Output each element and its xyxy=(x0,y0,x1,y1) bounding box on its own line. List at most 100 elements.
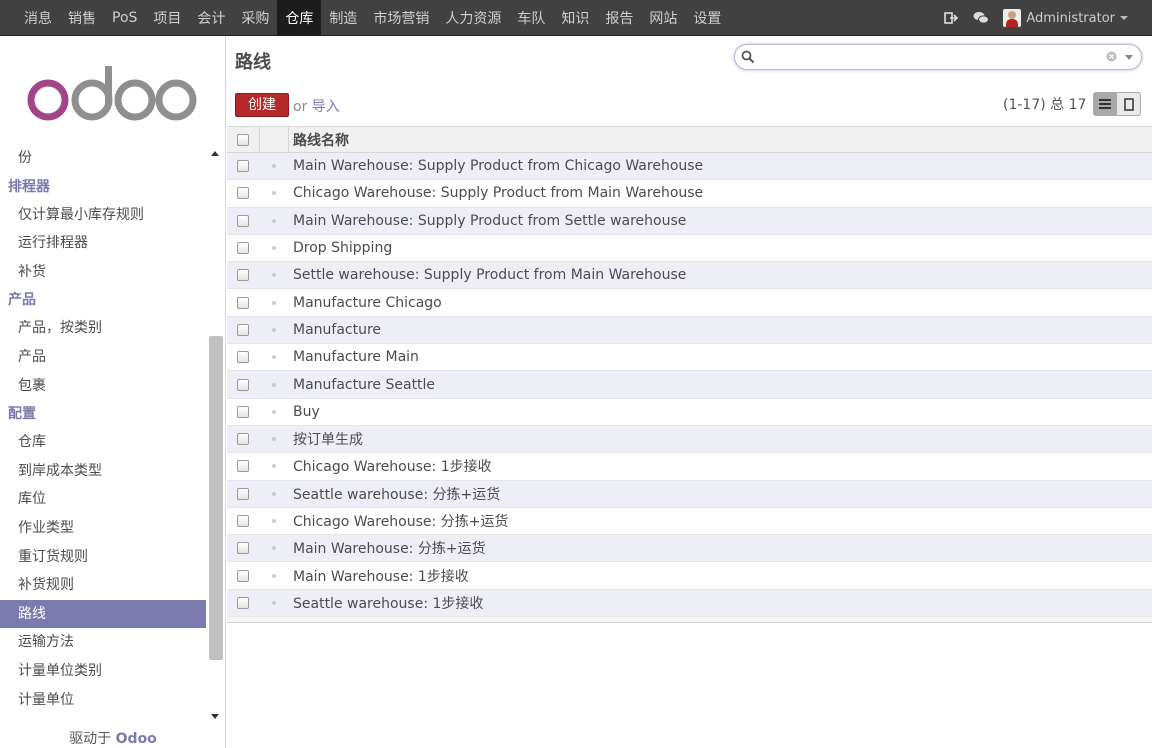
logout-icon[interactable] xyxy=(943,10,959,26)
table-row[interactable]: Seattle warehouse: 1步接收 xyxy=(227,589,1152,618)
row-drag-handle[interactable] xyxy=(259,300,289,305)
row-checkbox[interactable] xyxy=(237,569,249,582)
sidebar-item[interactable]: 运行排程器 xyxy=(0,229,206,258)
form-view-button[interactable] xyxy=(1117,92,1141,116)
row-checkbox[interactable] xyxy=(237,596,249,609)
row-drag-handle[interactable] xyxy=(259,246,289,251)
list-view-button[interactable] xyxy=(1093,92,1117,116)
top-menu-item[interactable]: 销售 xyxy=(60,0,104,36)
row-drag-handle[interactable] xyxy=(259,546,289,551)
row-checkbox[interactable] xyxy=(237,378,249,391)
top-menu-item[interactable]: 采购 xyxy=(233,0,277,36)
sidebar-item[interactable]: 作业类型 xyxy=(0,514,206,543)
row-drag-handle[interactable] xyxy=(259,191,289,196)
table-row[interactable]: Drop Shipping xyxy=(227,234,1152,263)
user-menu[interactable]: Administrator xyxy=(1003,9,1128,27)
sidebar-item[interactable]: 产品 xyxy=(0,343,206,372)
row-drag-handle[interactable] xyxy=(259,164,289,169)
chat-icon[interactable] xyxy=(973,10,990,26)
sidebar-item[interactable]: 重订货规则 xyxy=(0,543,206,572)
pager[interactable]: (1-17) 总 17 xyxy=(1003,94,1086,114)
row-checkbox[interactable] xyxy=(237,242,249,255)
scroll-up-icon[interactable] xyxy=(211,151,219,156)
table-row[interactable]: Chicago Warehouse: 分拣+运货 xyxy=(227,507,1152,536)
table-row[interactable]: Chicago Warehouse: Supply Product from M… xyxy=(227,180,1152,208)
sidebar-item[interactable]: 补货 xyxy=(0,258,206,287)
sidebar-item[interactable]: 运输方法 xyxy=(0,628,206,657)
sidebar-scroll-thumb[interactable] xyxy=(209,336,223,660)
row-checkbox[interactable] xyxy=(237,515,249,527)
row-checkbox[interactable] xyxy=(237,214,249,227)
row-drag-handle[interactable] xyxy=(259,382,289,387)
powered-by-brand[interactable]: Odoo xyxy=(116,731,157,747)
table-row[interactable]: Main Warehouse: 分拣+运货 xyxy=(227,535,1152,563)
table-row[interactable]: Chicago Warehouse: 1步接收 xyxy=(227,453,1152,481)
row-drag-handle[interactable] xyxy=(259,273,289,278)
sidebar-item[interactable]: 补货规则 xyxy=(0,571,206,600)
top-menu-item[interactable]: 车队 xyxy=(509,0,553,36)
row-checkbox[interactable] xyxy=(237,460,249,473)
row-drag-handle[interactable] xyxy=(259,437,289,442)
row-drag-handle[interactable] xyxy=(259,327,289,332)
row-drag-handle[interactable] xyxy=(259,218,289,223)
sidebar-item[interactable]: 包裹 xyxy=(0,372,206,401)
top-menu-item[interactable]: 人力资源 xyxy=(437,0,509,36)
row-checkbox[interactable] xyxy=(237,160,249,173)
row-checkbox[interactable] xyxy=(237,433,249,446)
row-checkbox[interactable] xyxy=(237,323,249,336)
create-button[interactable]: 创建 xyxy=(235,93,289,117)
row-checkbox[interactable] xyxy=(237,187,249,200)
row-checkbox[interactable] xyxy=(237,487,249,500)
top-menu-item[interactable]: 网站 xyxy=(641,0,685,36)
top-menu-item[interactable]: 制造 xyxy=(321,0,365,36)
row-drag-handle[interactable] xyxy=(259,355,289,360)
table-row[interactable]: Buy xyxy=(227,398,1152,426)
table-row[interactable]: Manufacture Chicago xyxy=(227,289,1152,317)
import-link[interactable]: 导入 xyxy=(312,99,340,115)
clear-icon[interactable] xyxy=(1106,51,1117,62)
sidebar-item[interactable]: 计量单位 xyxy=(0,686,206,715)
row-drag-handle[interactable] xyxy=(259,519,289,523)
search-options-caret-icon[interactable] xyxy=(1125,55,1133,60)
row-checkbox[interactable] xyxy=(237,351,249,364)
top-menu-item[interactable]: 设置 xyxy=(685,0,729,36)
scroll-down-icon[interactable] xyxy=(211,714,219,719)
sidebar-item[interactable]: 产品，按类别 xyxy=(0,314,206,343)
top-menu-item[interactable]: 会计 xyxy=(189,0,233,36)
top-menu-item[interactable]: 市场营销 xyxy=(365,0,437,36)
sidebar-item[interactable]: 库位 xyxy=(0,485,206,514)
row-checkbox[interactable] xyxy=(237,542,249,555)
top-menu-item[interactable]: 知识 xyxy=(553,0,597,36)
table-row[interactable]: Manufacture xyxy=(227,316,1152,345)
row-checkbox[interactable] xyxy=(237,405,249,418)
table-row[interactable]: Settle warehouse: Supply Product from Ma… xyxy=(227,262,1152,290)
sidebar-item-partial[interactable]: 份 xyxy=(0,144,206,173)
row-drag-handle[interactable] xyxy=(259,573,289,578)
table-row[interactable]: Main Warehouse: Supply Product from Sett… xyxy=(227,207,1152,235)
top-menu-item[interactable]: 报告 xyxy=(597,0,641,36)
table-row[interactable]: Seattle warehouse: 分拣+运货 xyxy=(227,480,1152,508)
sidebar-item[interactable]: 路线 xyxy=(0,599,206,629)
row-drag-handle[interactable] xyxy=(259,464,289,469)
row-drag-handle[interactable] xyxy=(259,600,289,605)
table-row[interactable]: 按订单生成 xyxy=(227,425,1152,454)
search-box[interactable] xyxy=(734,44,1142,70)
row-drag-handle[interactable] xyxy=(259,491,289,496)
row-checkbox[interactable] xyxy=(237,296,249,309)
sidebar-item[interactable]: 计量单位类别 xyxy=(0,657,206,686)
row-drag-handle[interactable] xyxy=(259,409,289,414)
table-row[interactable]: Manufacture Seattle xyxy=(227,371,1152,399)
table-row[interactable]: Main Warehouse: Supply Product from Chic… xyxy=(227,153,1152,181)
top-menu-item[interactable]: 项目 xyxy=(145,0,189,36)
row-checkbox[interactable] xyxy=(237,269,249,282)
select-all-checkbox[interactable] xyxy=(237,133,249,146)
search-input[interactable] xyxy=(759,48,1099,66)
top-menu-item[interactable]: PoS xyxy=(104,0,145,36)
sidebar-item[interactable]: 到岸成本类型 xyxy=(0,457,206,486)
column-header-route-name[interactable]: 路线名称 xyxy=(289,130,349,150)
top-menu-item[interactable]: 仓库 xyxy=(277,0,322,36)
table-row[interactable]: Manufacture Main xyxy=(227,344,1152,372)
top-menu-item[interactable]: 消息 xyxy=(16,0,60,36)
sidebar-item[interactable]: 仓库 xyxy=(0,428,206,457)
sidebar-item[interactable]: 仅计算最小库存规则 xyxy=(0,201,206,230)
